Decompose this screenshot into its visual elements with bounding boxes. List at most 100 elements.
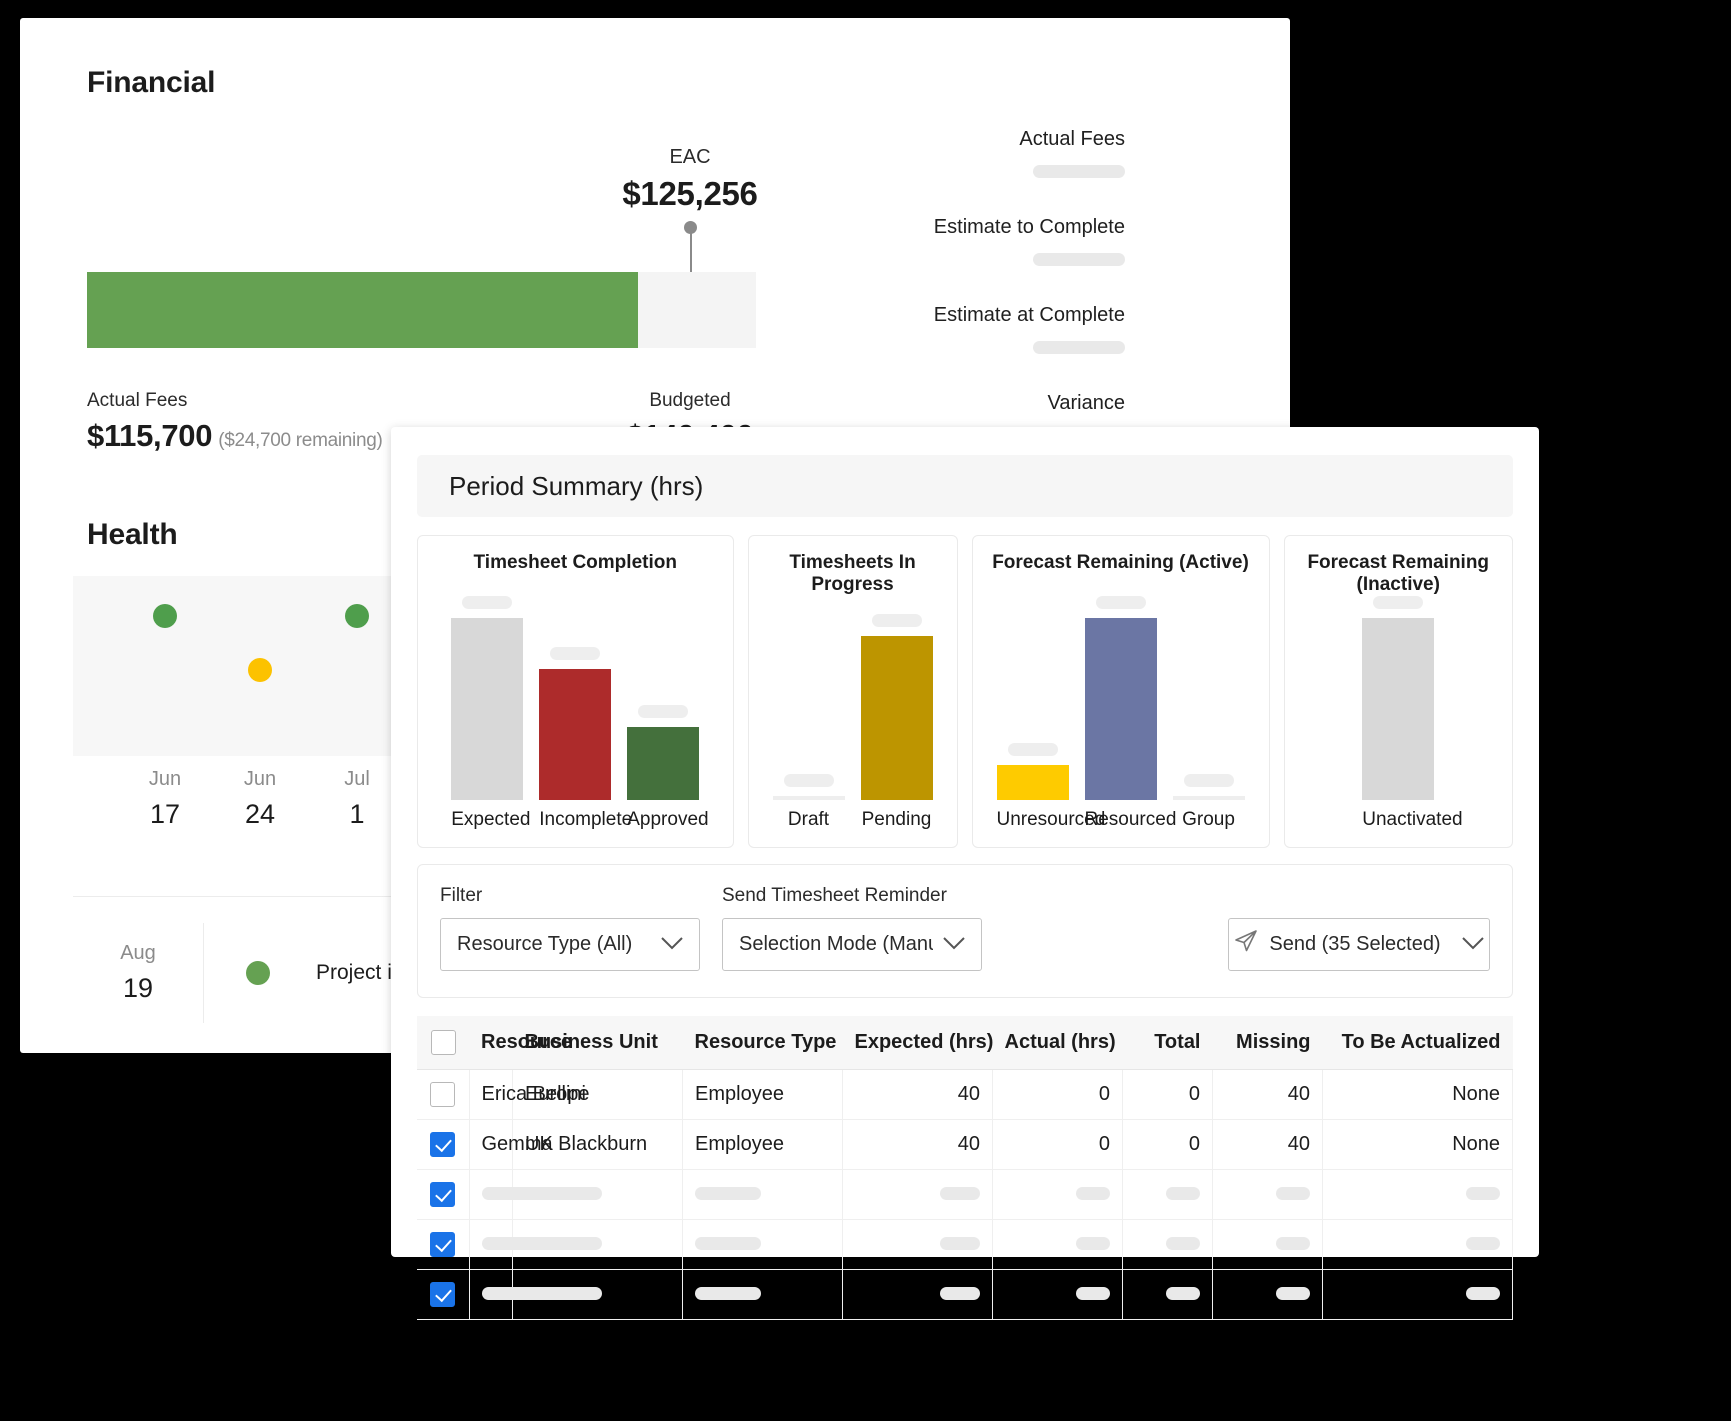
- table-cell: [1122, 1219, 1213, 1270]
- table-cell: [1322, 1269, 1513, 1320]
- loading-placeholder: [1033, 341, 1125, 354]
- row-checkbox[interactable]: [430, 1281, 456, 1307]
- resource-type-select[interactable]: Resource Type (All): [440, 917, 700, 971]
- chart-bar: [996, 765, 1069, 800]
- bar-value-placeholder: [462, 596, 513, 609]
- loading-placeholder: [695, 1236, 761, 1250]
- table-column-header[interactable]: Missing: [1212, 1015, 1323, 1070]
- row-checkbox[interactable]: [430, 1131, 456, 1157]
- chevron-down-icon: [661, 933, 683, 956]
- loading-placeholder: [940, 1186, 980, 1200]
- filter-group: Filter Resource Type (All): [440, 885, 700, 971]
- reminder-label: Send Timesheet Reminder: [722, 884, 947, 906]
- chart-bar-column: [860, 596, 933, 800]
- table-row[interactable]: [417, 1219, 1513, 1270]
- actual-fees-stat: Actual Fees $115,700 ($24,700 remaining): [87, 390, 383, 454]
- row-checkbox[interactable]: [430, 1181, 456, 1207]
- table-cell: 40: [842, 1119, 993, 1170]
- loading-placeholder: [1466, 1236, 1500, 1250]
- loading-placeholder: [1076, 1186, 1110, 1200]
- row-checkbox[interactable]: [430, 1081, 456, 1107]
- table-cell: [842, 1269, 993, 1320]
- table-column-header[interactable]: Resource: [469, 1015, 572, 1070]
- row-checkbox[interactable]: [430, 1231, 456, 1257]
- send-button-label: Send (35 Selected): [1269, 932, 1441, 955]
- loading-placeholder: [1466, 1286, 1500, 1300]
- selection-mode-select[interactable]: Selection Mode (Manual: [722, 917, 982, 971]
- select-all-checkbox[interactable]: [430, 1029, 456, 1055]
- paper-plane-icon: [1234, 929, 1258, 959]
- loading-placeholder: [1076, 1286, 1110, 1300]
- table-cell: None: [1322, 1119, 1513, 1170]
- period-summary-card: Period Summary (hrs) Timesheet Completio…: [391, 427, 1539, 1320]
- table-row[interactable]: [417, 1269, 1513, 1320]
- loading-placeholder: [1276, 1286, 1310, 1300]
- chart-category-label: Approved: [627, 808, 709, 830]
- row-select-cell[interactable]: [417, 1219, 470, 1270]
- table-cell: [1322, 1219, 1513, 1270]
- loading-placeholder: [1166, 1236, 1200, 1250]
- actual-fees-label: Actual Fees: [87, 390, 188, 411]
- table-column-header[interactable]: Business Unit: [512, 1015, 683, 1070]
- chart-plot: [759, 596, 947, 800]
- bar-value-placeholder: [550, 646, 601, 660]
- chart-title: Timesheets In Progress: [789, 552, 916, 595]
- chart-category-label: Pending: [861, 808, 932, 830]
- actual-fees-bar: [87, 272, 639, 348]
- health-entry-month: Aug: [120, 942, 156, 964]
- table-cell: Gemma Blackburn: [469, 1119, 647, 1170]
- health-tick-day: 24: [244, 799, 276, 829]
- table-column-header[interactable]: To Be Actualized: [1322, 1015, 1513, 1070]
- chart-title: Forecast Remaining (Inactive): [1307, 552, 1490, 595]
- chart-card: Forecast Remaining (Inactive) Unactivated: [1283, 535, 1513, 848]
- chart-bar-column: [1362, 596, 1435, 800]
- bar-value-placeholder: [1373, 596, 1424, 609]
- table-column-header[interactable]: Total: [1122, 1015, 1213, 1070]
- actual-fees-value-row: $115,700 ($24,700 remaining): [87, 418, 383, 454]
- health-axis-tick: Jun 17: [120, 768, 210, 830]
- table-cell: None: [1322, 1069, 1513, 1120]
- health-tick-month: Jun: [148, 768, 182, 790]
- chart-category-label: Incomplete: [539, 808, 633, 830]
- select-all-header[interactable]: [417, 1015, 469, 1070]
- table-cell: Employee: [682, 1119, 843, 1170]
- row-select-cell[interactable]: [417, 1069, 470, 1120]
- table-cell: [469, 1219, 602, 1270]
- chevron-down-icon: [1461, 933, 1484, 956]
- financial-breakdown-item: Estimate to Complete: [780, 216, 1125, 271]
- chart-category-label: Unresourced: [996, 808, 1106, 830]
- chart-card: Forecast Remaining (Active) Unresourced Re…: [971, 535, 1270, 848]
- table-column-header[interactable]: Actual (hrs): [992, 1015, 1123, 1070]
- page-title: Financial: [87, 66, 216, 99]
- row-select-cell[interactable]: [417, 1169, 470, 1220]
- table-column-header[interactable]: Expected (hrs): [842, 1015, 993, 1070]
- table-cell: [1212, 1219, 1323, 1270]
- health-axis-tick: Jul 1: [312, 768, 402, 830]
- loading-placeholder: [525, 1286, 597, 1300]
- health-tick-month: Jul: [344, 768, 370, 790]
- table-cell: [682, 1219, 843, 1270]
- loading-placeholder: [1466, 1186, 1500, 1200]
- chart-bar-column: [1084, 574, 1157, 800]
- chart-title: Forecast Remaining (Active): [992, 552, 1249, 573]
- table-head: ResourceBusiness UnitResource TypeExpect…: [417, 1015, 1513, 1070]
- chart-category-labels: Unactivated: [1295, 800, 1503, 847]
- table-row[interactable]: Gemma Blackburn UK Employee 40 0 0 40 None: [417, 1119, 1513, 1170]
- table-cell: [992, 1269, 1123, 1320]
- loading-placeholder: [695, 1286, 761, 1300]
- row-select-cell[interactable]: [417, 1119, 470, 1170]
- table-cell: [682, 1269, 843, 1320]
- health-tick-day: 1: [349, 799, 365, 829]
- table-row[interactable]: Erica Bellini Europe Employee 40 0 0 40 None: [417, 1069, 1513, 1120]
- row-select-cell[interactable]: [417, 1269, 470, 1320]
- table-cell: [1322, 1169, 1513, 1220]
- send-button[interactable]: Send (35 Selected): [1228, 917, 1490, 971]
- table-cell: 40: [1212, 1119, 1323, 1170]
- table-column-header[interactable]: Resource Type: [682, 1015, 843, 1070]
- bar-value-placeholder: [1183, 774, 1234, 788]
- chart-bar-column: [1172, 574, 1245, 800]
- chevron-down-icon: [943, 933, 965, 956]
- financial-breakdown-item: Estimate at Complete: [780, 304, 1125, 359]
- table-cell: [1122, 1269, 1213, 1320]
- table-row[interactable]: [417, 1169, 1513, 1220]
